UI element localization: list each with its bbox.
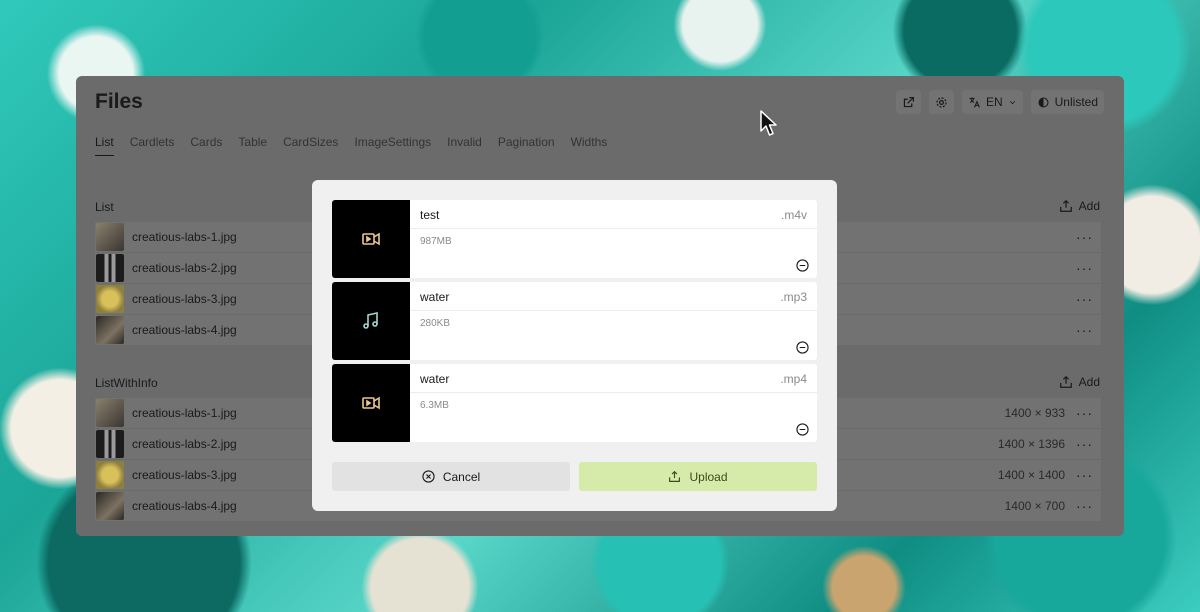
add-label: Add [1078, 375, 1100, 389]
tab-invalid[interactable]: Invalid [447, 135, 482, 156]
external-link-icon [903, 96, 914, 107]
close-circle-icon [422, 470, 435, 483]
upload-file-card: water .mp4 6.3MB [332, 364, 817, 442]
video-icon [362, 232, 380, 246]
upload-file-extension: .m4v [780, 208, 807, 222]
language-label: EN [985, 95, 1003, 109]
gear-icon [936, 96, 947, 108]
visibility-label: Unlisted [1054, 95, 1098, 109]
cancel-button[interactable]: Cancel [332, 462, 570, 491]
mouse-cursor-icon [760, 110, 777, 136]
add-label: Add [1078, 199, 1100, 213]
tab-widths[interactable]: Widths [571, 135, 608, 156]
more-icon[interactable]: ··· [1076, 498, 1093, 514]
more-icon[interactable]: ··· [1076, 405, 1093, 421]
image-dimensions: 1400 × 1400 [997, 468, 1065, 482]
file-name: creatious-labs-3.jpg [132, 468, 237, 482]
file-preview [332, 200, 410, 278]
more-icon[interactable]: ··· [1076, 322, 1093, 338]
add-button-listwithinfo[interactable]: Add [1059, 375, 1100, 389]
tab-table[interactable]: Table [238, 135, 267, 156]
file-thumbnail [96, 285, 124, 313]
toolbar: EN Unlisted [895, 90, 1104, 114]
file-thumbnail [96, 316, 124, 344]
divider [410, 228, 817, 229]
file-preview [332, 282, 410, 360]
file-name: creatious-labs-4.jpg [132, 323, 237, 337]
upload-file-name: test [420, 208, 440, 222]
upload-icon [669, 470, 681, 482]
tab-cardsizes[interactable]: CardSizes [283, 135, 338, 156]
file-thumbnail [96, 430, 124, 458]
file-thumbnail [96, 492, 124, 520]
upload-file-extension: .mp3 [780, 290, 807, 304]
upload-file-card: test .m4v 987MB [332, 200, 817, 278]
file-name: creatious-labs-1.jpg [132, 406, 237, 420]
upload-file-name: water [420, 372, 450, 386]
language-select[interactable]: EN [961, 90, 1023, 114]
video-icon [362, 396, 380, 410]
tab-bar: List Cardlets Cards Table CardSizes Imag… [95, 135, 623, 156]
file-thumbnail [96, 254, 124, 282]
file-preview [332, 364, 410, 442]
file-name: creatious-labs-3.jpg [132, 292, 237, 306]
upload-file-size: 6.3MB [420, 400, 449, 411]
remove-icon[interactable] [796, 259, 809, 272]
upload-dialog: test .m4v 987MB water .mp3 280KB water .… [312, 180, 837, 511]
section-title-listwithinfo: ListWithInfo [95, 376, 158, 390]
remove-icon[interactable] [796, 423, 809, 436]
open-external-button[interactable] [895, 90, 921, 114]
upload-file-card: water .mp3 280KB [332, 282, 817, 360]
tab-cards[interactable]: Cards [190, 135, 222, 156]
file-thumbnail [96, 461, 124, 489]
file-name: creatious-labs-2.jpg [132, 437, 237, 451]
image-dimensions: 1400 × 700 [1004, 499, 1065, 513]
divider [410, 392, 817, 393]
music-icon [363, 312, 378, 329]
file-thumbnail [96, 223, 124, 251]
tab-pagination[interactable]: Pagination [498, 135, 555, 156]
upload-file-size: 280KB [420, 318, 451, 329]
half-circle-icon [1038, 97, 1049, 107]
more-icon[interactable]: ··· [1076, 467, 1093, 483]
tab-cardlets[interactable]: Cardlets [130, 135, 175, 156]
add-button-list[interactable]: Add [1059, 199, 1100, 213]
section-title-list: List [95, 200, 114, 214]
chevron-down-icon [1009, 100, 1015, 104]
file-name: creatious-labs-1.jpg [132, 230, 237, 244]
upload-file-name: water [420, 290, 450, 304]
image-dimensions: 1400 × 933 [1004, 406, 1065, 420]
tab-imagesettings[interactable]: ImageSettings [354, 135, 431, 156]
upload-file-extension: .mp4 [780, 372, 807, 386]
upload-icon [1059, 375, 1072, 388]
visibility-button[interactable]: Unlisted [1030, 90, 1104, 114]
file-thumbnail [96, 399, 124, 427]
more-icon[interactable]: ··· [1076, 260, 1093, 276]
tab-list[interactable]: List [95, 135, 114, 156]
image-dimensions: 1400 × 1396 [997, 437, 1065, 451]
more-icon[interactable]: ··· [1076, 229, 1093, 245]
translate-icon [969, 97, 980, 108]
upload-label: Upload [689, 469, 728, 484]
divider [410, 310, 817, 311]
more-icon[interactable]: ··· [1076, 291, 1093, 307]
page-title: Files [95, 90, 143, 113]
more-icon[interactable]: ··· [1076, 436, 1093, 452]
file-name: creatious-labs-4.jpg [132, 499, 237, 513]
cancel-label: Cancel [442, 469, 481, 484]
remove-icon[interactable] [796, 341, 809, 354]
upload-icon [1059, 199, 1072, 212]
upload-file-size: 987MB [420, 236, 452, 247]
settings-button[interactable] [928, 90, 954, 114]
upload-button[interactable]: Upload [579, 462, 817, 491]
file-name: creatious-labs-2.jpg [132, 261, 237, 275]
